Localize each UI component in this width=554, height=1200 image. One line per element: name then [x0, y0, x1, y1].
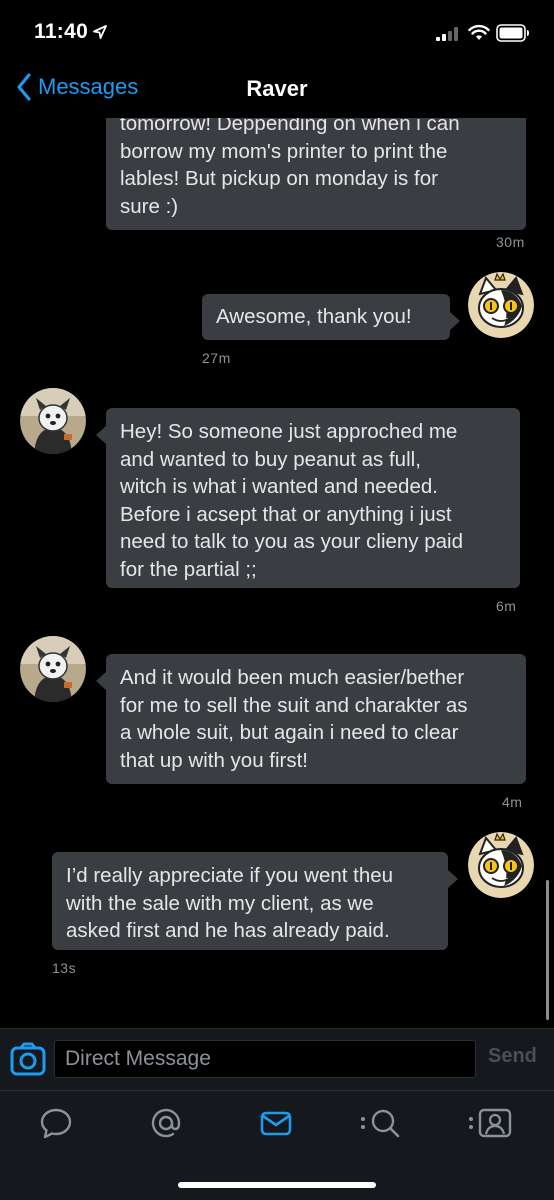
- message-line: for me to sell the suit and charakter as: [120, 693, 468, 717]
- tab-mentions[interactable]: [146, 1105, 186, 1141]
- tab-messages[interactable]: [256, 1105, 296, 1141]
- message-line: need to talk to you as your clieny paid: [120, 530, 464, 553]
- scroll-indicator[interactable]: [546, 880, 549, 1020]
- nav-bar: Messages Raver: [0, 64, 554, 116]
- message-timestamp: 13s: [52, 960, 77, 976]
- message-line: I’d really appreciate if you went theu: [66, 864, 394, 887]
- chat-bubble-icon: [40, 1108, 72, 1139]
- message-line: a whole suit, but again i need to clear: [120, 721, 459, 744]
- message-line: Hey! So someone just approched me: [120, 420, 458, 443]
- battery-icon: [496, 24, 529, 42]
- search-icon: [361, 1109, 400, 1138]
- message-bubble-incoming[interactable]: Hey! So someone just approched me and wa…: [96, 408, 520, 588]
- contact-avatar[interactable]: [20, 388, 86, 454]
- message-line: with the sale with my client, as we: [66, 891, 374, 915]
- message-line: lables! But pickup on monday is for: [120, 167, 438, 190]
- message-bubble-outgoing[interactable]: Awesome, thank you!: [202, 294, 460, 340]
- profile-icon: [469, 1108, 512, 1138]
- home-indicator[interactable]: [178, 1182, 376, 1188]
- message-line: borrow my mom's printer to print the: [120, 139, 448, 163]
- send-button[interactable]: Send: [488, 1045, 537, 1068]
- cat-avatar-icon: [468, 832, 534, 898]
- cellular-signal-icon: [436, 27, 458, 41]
- tab-home[interactable]: [36, 1105, 76, 1141]
- envelope-icon: [260, 1111, 292, 1136]
- message-list[interactable]: tomorrow! Deppending on when i can borro…: [0, 118, 554, 1028]
- message-line: Before i acsept that or anything i just: [120, 502, 452, 526]
- fursuit-avatar-icon: [20, 636, 86, 702]
- location-arrow-icon: [93, 25, 107, 39]
- contact-avatar[interactable]: [20, 636, 86, 702]
- message-line: Awesome, thank you!: [216, 305, 412, 328]
- message-timestamp: 30m: [496, 234, 525, 250]
- message-timestamp: 4m: [502, 794, 523, 810]
- message-composer: Send: [0, 1028, 554, 1090]
- message-line: for the partial ;;: [120, 557, 257, 581]
- message-timestamp: 27m: [202, 350, 231, 366]
- own-avatar[interactable]: [468, 272, 534, 338]
- message-line: that up with you first!: [120, 748, 309, 772]
- tab-profile[interactable]: [466, 1105, 516, 1141]
- message-line: asked first and he has already paid.: [66, 919, 390, 942]
- message-line: And it would been much easier/bether: [120, 666, 465, 689]
- message-line: sure :): [120, 194, 179, 218]
- conversation-title: Raver: [246, 76, 308, 101]
- message-line: and wanted to buy peanut as full,: [120, 447, 421, 471]
- message-line: witch is what i wanted and needed.: [120, 475, 438, 498]
- message-bubble-incoming[interactable]: tomorrow! Deppending on when i can borro…: [106, 118, 526, 230]
- message-bubble-incoming[interactable]: And it would been much easier/bether for…: [96, 654, 526, 784]
- mentions-icon: [151, 1108, 181, 1138]
- status-time: 11:40: [34, 20, 89, 43]
- own-avatar[interactable]: [468, 832, 534, 898]
- message-timestamp: 6m: [496, 598, 517, 614]
- message-line: tomorrow! Deppending on when i can: [120, 118, 460, 135]
- camera-icon[interactable]: [10, 1042, 46, 1076]
- direct-message-input[interactable]: [54, 1040, 476, 1078]
- cat-avatar-icon: [468, 272, 534, 338]
- tab-search[interactable]: [358, 1105, 408, 1141]
- message-bubble-outgoing[interactable]: I’d really appreciate if you went theu w…: [52, 852, 458, 950]
- status-bar: 11:40: [0, 0, 554, 64]
- wifi-icon: [468, 24, 490, 40]
- fursuit-avatar-icon: [20, 388, 86, 454]
